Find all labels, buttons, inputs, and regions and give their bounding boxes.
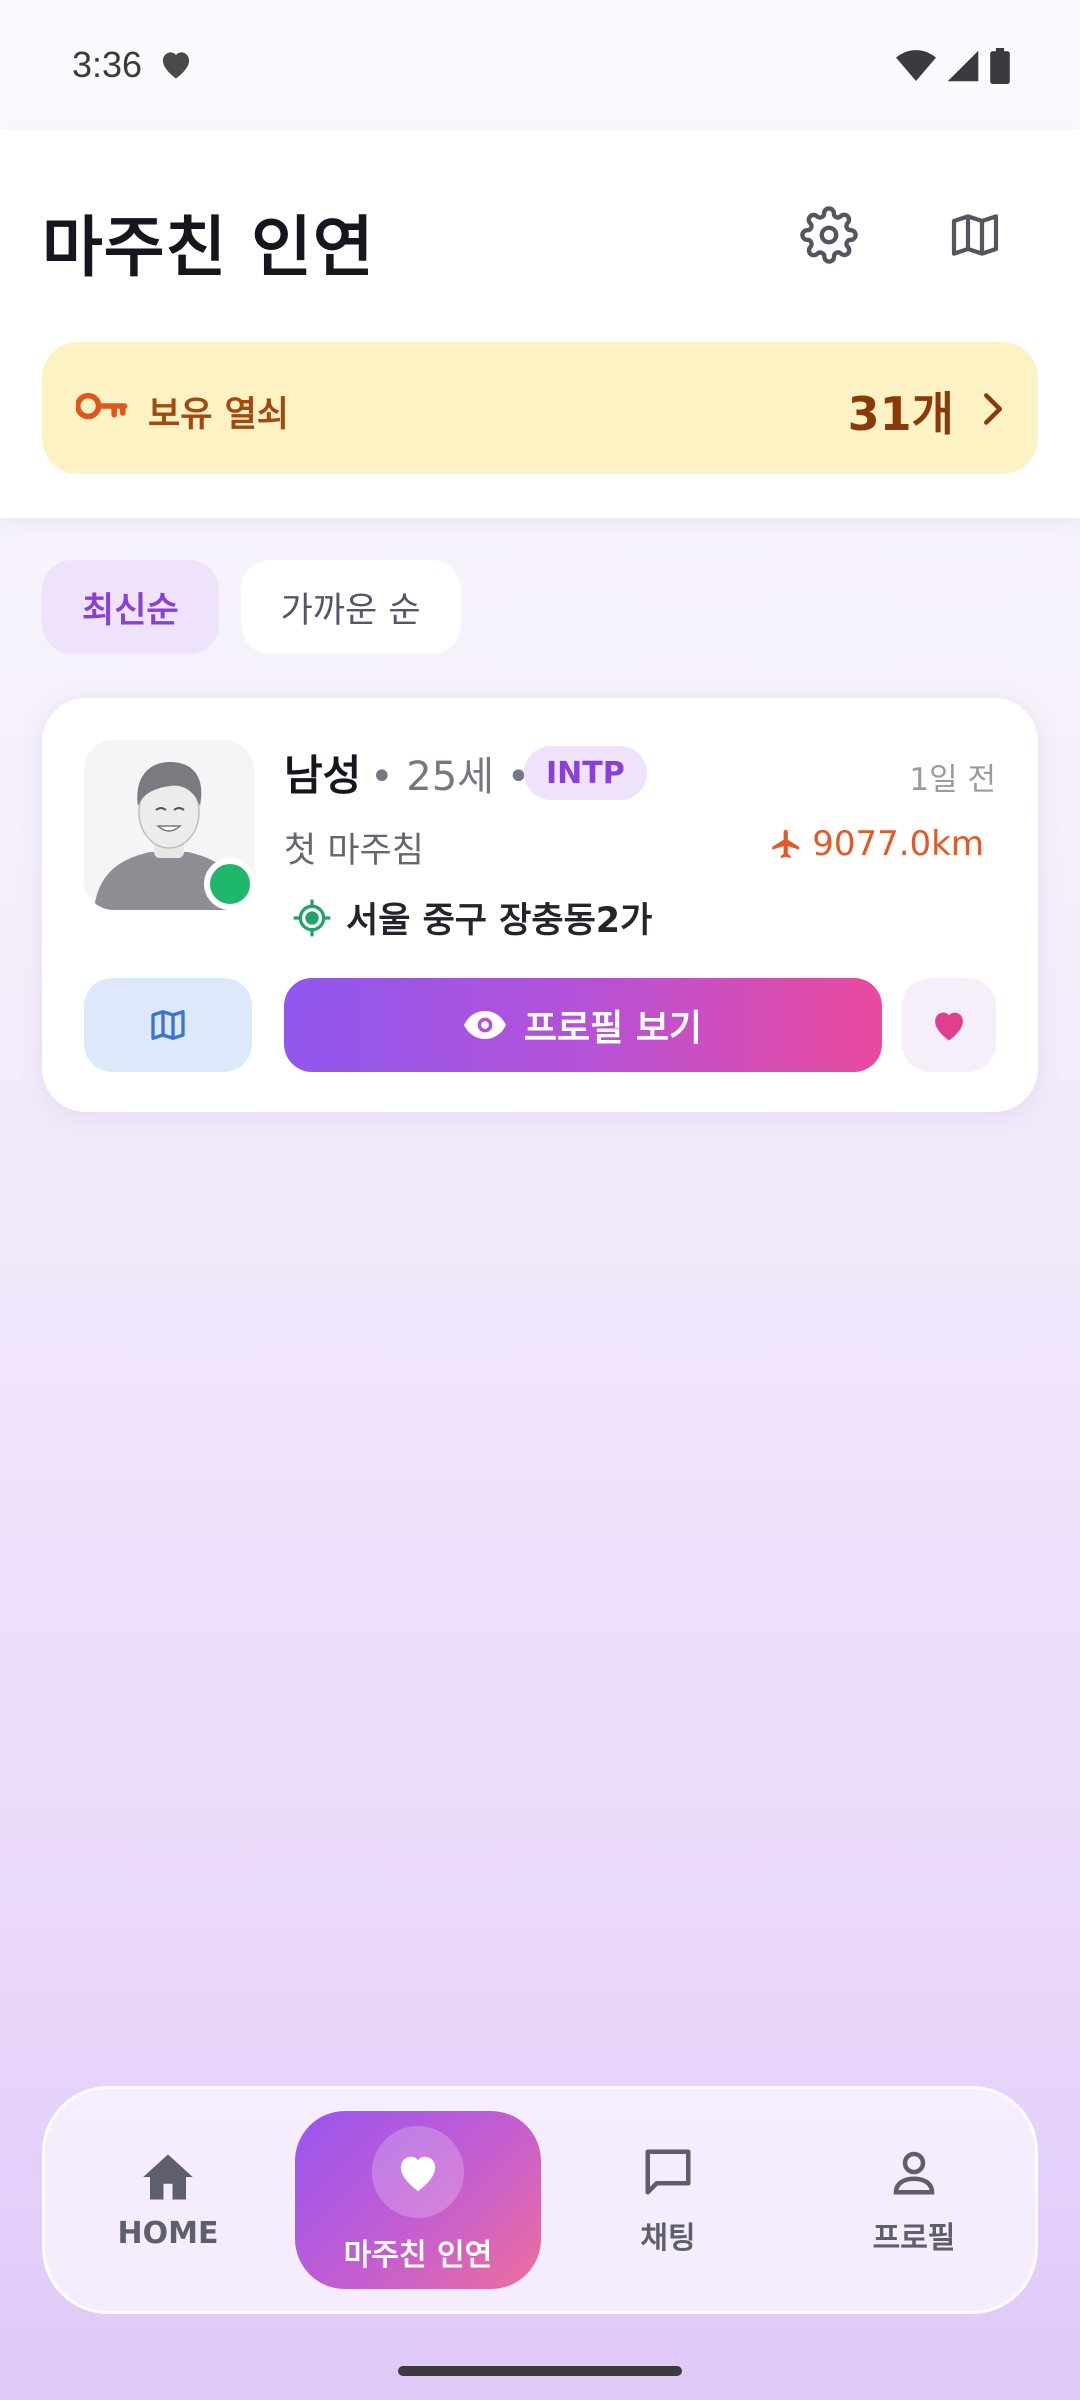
keys-label: 보유 열쇠 <box>148 395 289 435</box>
bottom-navigation: HOME 마주친 인연 채팅 프로필 <box>42 2086 1038 2314</box>
heart-status-icon <box>158 48 194 84</box>
chat-icon <box>645 2149 691 2195</box>
home-icon <box>143 2154 193 2199</box>
mbti-badge: INTP <box>524 746 647 800</box>
time-ago: 1일 전 <box>909 762 996 798</box>
heart-icon <box>935 1012 963 1041</box>
view-profile-button[interactable]: 프로필 보기 <box>284 978 882 1072</box>
status-bar: 3:36 <box>0 0 1080 130</box>
view-profile-label: 프로필 보기 <box>523 1008 703 1049</box>
tab-latest[interactable]: 최신순 <box>42 560 219 654</box>
key-icon <box>74 388 128 428</box>
chevron-right-icon <box>982 392 1004 430</box>
map-button[interactable] <box>84 978 252 1072</box>
sort-tabs: 최신순 가까운 순 <box>42 560 461 654</box>
battery-icon <box>990 48 1010 84</box>
nav-encounters[interactable]: 마주친 인연 <box>295 2111 541 2289</box>
distance: 9077.0km <box>768 824 984 864</box>
location: 서울 중구 장충동2가 <box>292 892 652 943</box>
encounter-status: 첫 마주침 <box>284 831 424 871</box>
map-view-button[interactable] <box>930 190 1020 280</box>
airplane-icon <box>772 829 800 859</box>
encounter-card[interactable]: 남성 • 25세 • INTP 1일 전 첫 마주침 9077.0km 서울 중… <box>42 698 1038 1112</box>
location-target-icon <box>293 899 331 936</box>
keys-balance-bar[interactable]: 보유 열쇠 31개 <box>42 342 1038 474</box>
like-button[interactable] <box>902 978 996 1072</box>
distance-value: 9077.0km <box>812 824 984 864</box>
wifi-icon <box>896 50 936 81</box>
nav-encounters-label: 마주친 인연 <box>343 2238 493 2273</box>
status-icons <box>896 48 1010 84</box>
tab-nearest[interactable]: 가까운 순 <box>240 560 461 654</box>
home-indicator[interactable] <box>398 2366 682 2376</box>
eye-icon <box>463 1011 506 1039</box>
profile-gender: 남성 <box>284 751 362 800</box>
nav-chat[interactable]: 채팅 <box>545 2089 791 2313</box>
person-icon <box>893 2151 935 2195</box>
nav-encounters-icon-circle <box>372 2126 464 2218</box>
keys-count: 31개 <box>847 387 954 441</box>
nav-chat-label: 채팅 <box>640 2221 696 2256</box>
page-title: 마주친 인연 <box>42 209 375 286</box>
status-time: 3:36 <box>72 44 143 85</box>
nav-profile-label: 프로필 <box>872 2221 956 2256</box>
header: 마주친 인연 보유 열쇠 31개 <box>0 130 1080 518</box>
signal-icon <box>947 50 979 82</box>
map-icon <box>151 1010 185 1040</box>
heart-icon <box>400 2156 436 2192</box>
profile-age: • 25세 • <box>370 754 531 800</box>
gear-icon <box>800 206 858 264</box>
settings-button[interactable] <box>784 190 874 280</box>
nav-profile[interactable]: 프로필 <box>791 2089 1037 2313</box>
nav-home-label: HOME <box>117 2215 219 2251</box>
location-text: 서울 중구 장충동2가 <box>346 901 653 941</box>
map-icon <box>951 214 999 256</box>
online-indicator <box>204 858 256 910</box>
nav-home[interactable]: HOME <box>45 2089 291 2313</box>
